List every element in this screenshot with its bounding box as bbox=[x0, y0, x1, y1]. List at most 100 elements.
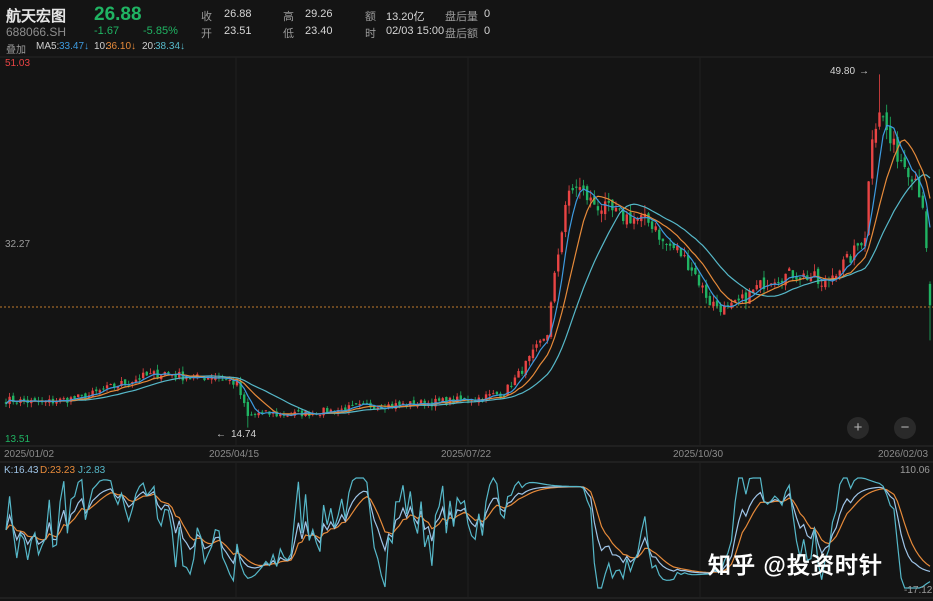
candle-body bbox=[755, 285, 758, 290]
candle-body bbox=[719, 304, 722, 313]
date-label-5: 2026/02/03 bbox=[878, 449, 928, 460]
candle-body bbox=[849, 256, 852, 263]
candle-body bbox=[15, 402, 19, 404]
candle-body bbox=[907, 168, 910, 178]
zoom-out-button[interactable]: − bbox=[894, 417, 916, 439]
candle-body bbox=[661, 238, 665, 242]
candle-body bbox=[701, 285, 704, 288]
candle-body bbox=[358, 403, 361, 406]
candle-body bbox=[607, 201, 610, 203]
candle-body bbox=[145, 371, 148, 376]
kdj-d-value: D:23.23 bbox=[40, 465, 75, 476]
candle-body bbox=[221, 379, 224, 381]
date-label-1: 2025/01/02 bbox=[4, 449, 54, 460]
candle-body bbox=[571, 187, 574, 191]
candle-body bbox=[777, 281, 780, 283]
candle-body bbox=[557, 254, 560, 272]
candle-body bbox=[224, 379, 228, 381]
candle-body bbox=[820, 285, 823, 287]
candle-body bbox=[845, 254, 849, 258]
candle-body bbox=[286, 415, 289, 417]
watermark: 知乎 @投资时针 bbox=[708, 552, 883, 578]
candle-body bbox=[510, 385, 513, 387]
candle-body bbox=[149, 373, 152, 375]
candle-body bbox=[553, 272, 556, 302]
candle-body bbox=[264, 410, 268, 412]
price-axis-mid: 32.27 bbox=[5, 239, 30, 250]
candle-body bbox=[538, 340, 542, 343]
candle-body bbox=[596, 206, 600, 211]
low-marker-value: 14.74 bbox=[231, 429, 256, 440]
candle-body bbox=[257, 412, 260, 416]
candle-body bbox=[892, 138, 896, 145]
candle-body bbox=[232, 380, 235, 385]
candle-body bbox=[899, 160, 903, 162]
candle-body bbox=[603, 201, 607, 215]
candle-body bbox=[614, 207, 618, 212]
kline-chart[interactable]: 51.03 32.27 13.51 49.80 → ← 14.74 2025/0… bbox=[0, 0, 933, 601]
candle-body bbox=[881, 116, 885, 118]
candle-body bbox=[683, 255, 686, 257]
candle-body bbox=[788, 268, 791, 271]
candle-body bbox=[253, 413, 257, 415]
candle-body bbox=[618, 208, 621, 210]
candle-body bbox=[600, 210, 603, 214]
candle-body bbox=[76, 394, 80, 398]
candle-body bbox=[105, 385, 109, 389]
kdj-axis-bottom: -17.12 bbox=[904, 585, 933, 596]
candle-body bbox=[795, 277, 798, 280]
candle-body bbox=[589, 197, 592, 201]
candle-body bbox=[167, 372, 170, 374]
candle-body bbox=[528, 355, 531, 362]
candle-body bbox=[928, 283, 932, 306]
candle-body bbox=[513, 377, 517, 386]
date-label-3: 2025/07/22 bbox=[441, 449, 491, 460]
candle-body bbox=[138, 378, 141, 380]
zoom-in-button[interactable]: + bbox=[847, 417, 869, 439]
candle-body bbox=[261, 411, 264, 413]
candle-body bbox=[62, 398, 65, 400]
candle-body bbox=[492, 393, 495, 395]
candle-body bbox=[95, 389, 98, 392]
candle-body bbox=[708, 295, 712, 306]
candle-body bbox=[123, 379, 127, 385]
candle-body bbox=[625, 214, 629, 225]
candle-body bbox=[560, 232, 564, 253]
high-marker-arrow-icon: → bbox=[859, 66, 869, 77]
candle-body bbox=[694, 267, 697, 275]
candle-body bbox=[297, 410, 300, 412]
candle-body bbox=[910, 179, 914, 182]
candle-body bbox=[517, 371, 520, 378]
candle-body bbox=[243, 394, 246, 404]
kdj-axis-top: 110.06 bbox=[900, 465, 930, 476]
candle-body bbox=[80, 394, 83, 396]
candle-body bbox=[878, 112, 881, 127]
low-marker-arrow-icon: ← bbox=[216, 429, 226, 440]
candle-body bbox=[185, 378, 188, 380]
date-label-4: 2025/10/30 bbox=[673, 449, 723, 460]
candle-body bbox=[712, 301, 715, 307]
kdj-k-value: K:16.43 bbox=[4, 465, 39, 476]
candle-body bbox=[351, 404, 354, 406]
candle-body bbox=[73, 395, 76, 399]
candle-body bbox=[668, 243, 672, 246]
date-label-2: 2025/04/15 bbox=[209, 449, 259, 460]
candle-body bbox=[578, 187, 582, 190]
candle-body bbox=[228, 379, 231, 381]
candle-body bbox=[874, 128, 878, 143]
candle-body bbox=[860, 243, 863, 246]
candle-body bbox=[542, 338, 545, 341]
candle-body bbox=[744, 292, 748, 304]
candle-body bbox=[730, 302, 733, 309]
candle-body bbox=[520, 370, 524, 374]
price-axis-bottom: 13.51 bbox=[5, 434, 30, 445]
candle-body bbox=[650, 221, 654, 229]
candle-body bbox=[55, 401, 58, 404]
high-marker-value: 49.80 bbox=[830, 66, 855, 77]
candle-body bbox=[632, 218, 636, 224]
candle-body bbox=[665, 243, 668, 245]
candle-body bbox=[686, 255, 690, 270]
candle-body bbox=[174, 374, 177, 378]
price-axis-top: 51.03 bbox=[5, 58, 30, 69]
candle-body bbox=[903, 157, 906, 167]
